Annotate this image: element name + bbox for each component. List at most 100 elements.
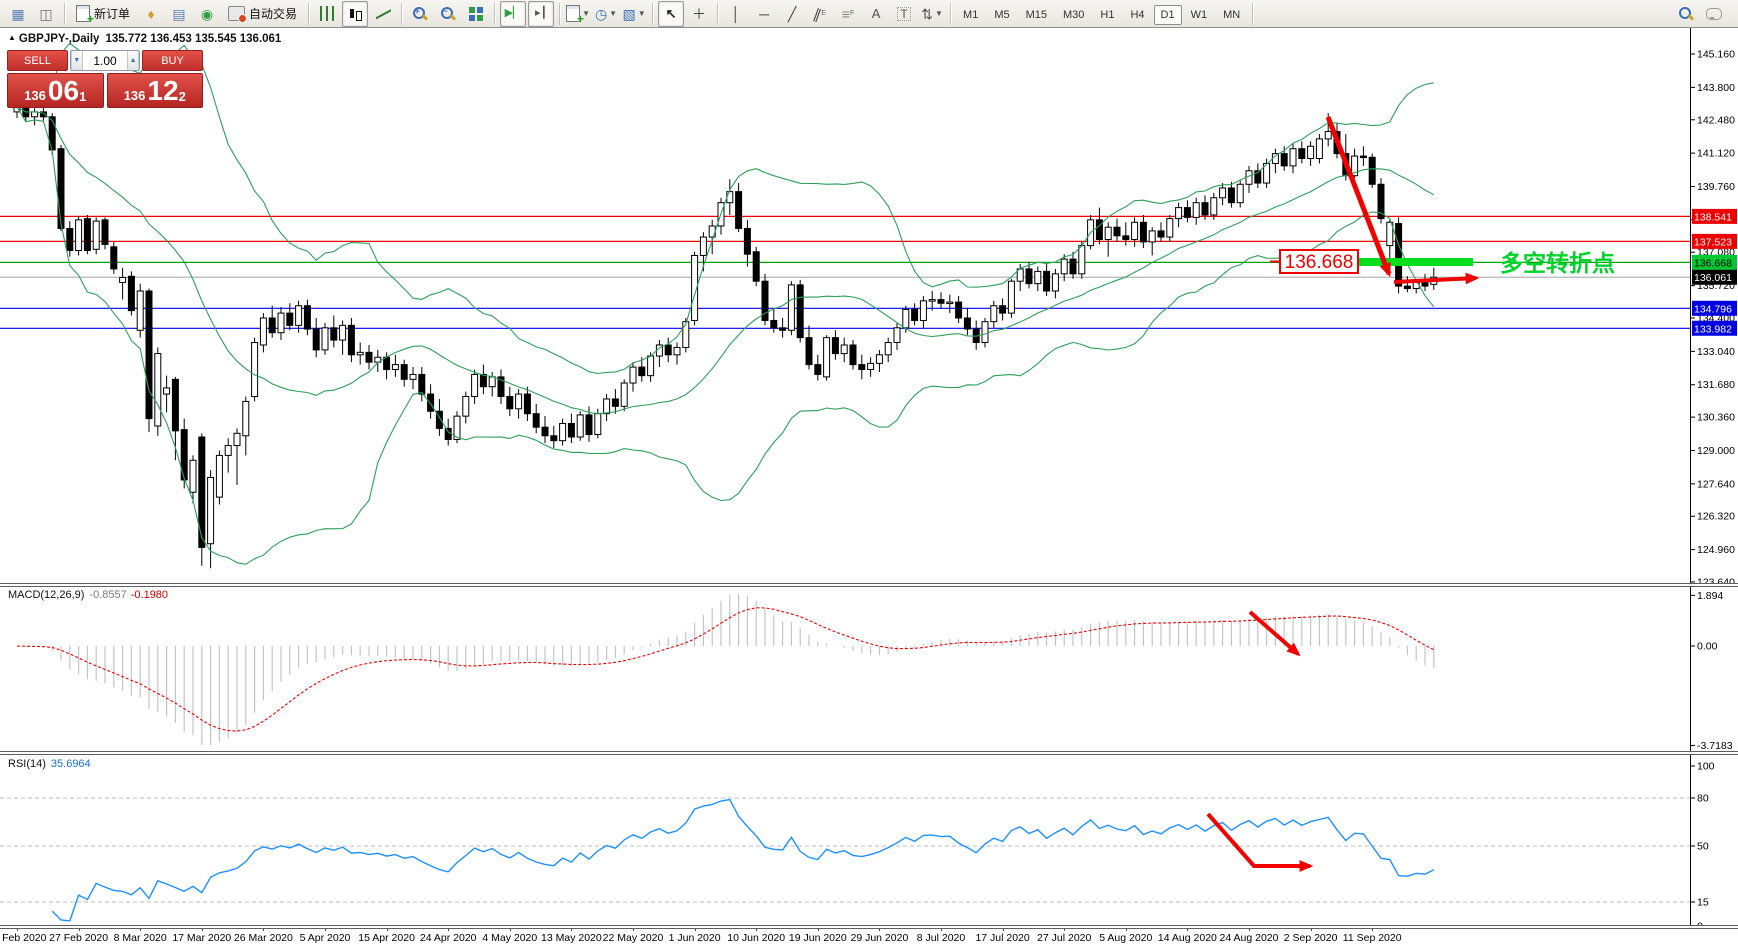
pane-separator[interactable] bbox=[0, 583, 1738, 587]
autotrading-label: 自动交易 bbox=[249, 7, 298, 21]
candle-body bbox=[1368, 156, 1376, 185]
rsi-tick-label: 15 bbox=[1697, 897, 1709, 909]
price-badge-label: 136.668 bbox=[1694, 257, 1732, 269]
timeframe-MN[interactable]: MN bbox=[1216, 5, 1247, 25]
price-tick-label: 133.040 bbox=[1697, 346, 1735, 358]
periods-button[interactable]: ◷ ▼ bbox=[593, 1, 619, 27]
candle-body bbox=[1280, 153, 1288, 167]
candle-body bbox=[515, 393, 523, 410]
search-button[interactable] bbox=[1673, 1, 1699, 27]
profiles-button[interactable]: ◫ bbox=[33, 1, 59, 27]
fibonacci-tool-button[interactable]: ≡ F bbox=[835, 1, 861, 27]
market-watch-button[interactable]: ♦ bbox=[138, 1, 164, 27]
chart-shift-button[interactable]: ▸┃ bbox=[528, 0, 555, 27]
sell-price-tile[interactable]: 136 06 1 bbox=[7, 73, 104, 108]
sell-button[interactable]: SELL bbox=[7, 50, 68, 71]
main-chart-canvas[interactable]: 145.160143.800142.480141.120139.760138.4… bbox=[0, 28, 1738, 583]
indicators-button[interactable]: + ▼ bbox=[565, 1, 591, 27]
cursor-button[interactable]: ↖ bbox=[658, 0, 685, 27]
line-chart-icon bbox=[376, 7, 391, 21]
candle-body bbox=[1025, 268, 1033, 285]
label-tool-button[interactable]: T bbox=[891, 1, 917, 27]
line-chart-button[interactable] bbox=[370, 1, 396, 27]
text-tool-button[interactable]: A bbox=[863, 1, 889, 27]
new-chart-button[interactable]: ▦ bbox=[5, 1, 31, 27]
rsi-tick-label: 80 bbox=[1697, 793, 1709, 805]
new-order-button[interactable]: + 新订单 bbox=[70, 1, 136, 27]
volume-down-button[interactable]: ▼ bbox=[71, 51, 83, 70]
candle-body bbox=[779, 327, 787, 331]
rsi-value: 35.6964 bbox=[50, 758, 91, 770]
candle-body bbox=[312, 328, 320, 351]
templates-button[interactable]: ▧ ▼ bbox=[621, 1, 647, 27]
navigator-button[interactable]: ◉ bbox=[194, 1, 220, 27]
candle-body bbox=[1069, 258, 1077, 275]
volume-input[interactable] bbox=[82, 51, 128, 70]
candle-body bbox=[682, 321, 690, 348]
chat-button[interactable] bbox=[1701, 1, 1727, 27]
date-label: 4 May 2020 bbox=[482, 932, 538, 944]
right-arrow[interactable] bbox=[1393, 272, 1480, 285]
zoom-out-button[interactable]: − bbox=[435, 1, 461, 27]
bar-chart-button[interactable] bbox=[314, 1, 340, 27]
candle-body bbox=[867, 362, 875, 371]
sell-price-big: 06 bbox=[47, 75, 80, 107]
candle-body bbox=[1298, 148, 1306, 160]
hline-tool-button[interactable]: ─ bbox=[751, 1, 777, 27]
autotrading-button[interactable]: 自动交易 bbox=[222, 1, 303, 27]
volume-up-button[interactable]: ▲ bbox=[127, 51, 139, 70]
buy-price-tile[interactable]: 136 12 2 bbox=[106, 73, 203, 108]
timeframe-M1[interactable]: M1 bbox=[956, 5, 985, 25]
time-axis[interactable]: 18 Feb 202027 Feb 2020 8 Mar 2020 17 Mar 2… bbox=[0, 928, 1690, 950]
zoom-in-button[interactable]: + bbox=[407, 1, 433, 27]
crosshair-icon: ＋ bbox=[692, 5, 707, 22]
zoom-out-icon: − bbox=[440, 6, 456, 22]
candle-body bbox=[937, 299, 945, 304]
rsi-pane-canvas[interactable]: 1008050150 bbox=[0, 754, 1738, 925]
candle-body bbox=[1051, 273, 1059, 292]
candle-body bbox=[770, 319, 778, 329]
timeframe-M5[interactable]: M5 bbox=[987, 5, 1016, 25]
candle-body bbox=[1324, 131, 1332, 140]
timeframe-H1[interactable]: H1 bbox=[1093, 5, 1121, 25]
date-label: 18 Feb 2020 bbox=[0, 932, 47, 944]
note-text[interactable]: 多空转折点 bbox=[1500, 250, 1615, 276]
macd-pane-canvas[interactable]: 1.894 0.00 -3.7183 bbox=[0, 586, 1738, 751]
highlight-bar[interactable] bbox=[1359, 258, 1473, 266]
tile-windows-button[interactable] bbox=[463, 1, 489, 27]
timeframe-W1[interactable]: W1 bbox=[1184, 5, 1215, 25]
candle-body bbox=[752, 251, 760, 282]
candle-chart-button[interactable] bbox=[342, 0, 369, 27]
candle-body bbox=[92, 220, 100, 250]
search-icon bbox=[1678, 6, 1694, 22]
one-click-trading-panel: SELL ▼ ▲ BUY 136061 136122 bbox=[7, 50, 203, 108]
candle-body bbox=[127, 275, 135, 312]
candle-body bbox=[1166, 218, 1174, 238]
candle-body bbox=[1034, 270, 1042, 285]
timeframe-M15[interactable]: M15 bbox=[1019, 5, 1054, 25]
crosshair-button[interactable]: ＋ bbox=[686, 1, 712, 27]
price-badge-label: 133.982 bbox=[1694, 323, 1732, 335]
data-window-button[interactable]: ▤ bbox=[166, 1, 192, 27]
auto-scroll-button[interactable]: ▶▏ bbox=[500, 0, 527, 27]
vline-tool-button[interactable]: │ bbox=[723, 1, 749, 27]
price-annotation-text: 136.668 bbox=[1285, 252, 1354, 273]
pane-separator[interactable] bbox=[0, 751, 1738, 755]
candle-body bbox=[743, 227, 751, 255]
date-label: 14 Aug 2020 bbox=[1157, 932, 1217, 944]
trendline-tool-button[interactable]: ╱ bbox=[779, 1, 805, 27]
timeframe-M30[interactable]: M30 bbox=[1056, 5, 1091, 25]
autotrading-icon bbox=[228, 6, 248, 23]
date-label: 29 Jun 2020 bbox=[850, 932, 909, 944]
channel-tool-button[interactable]: ∥ E bbox=[807, 1, 833, 27]
buy-button[interactable]: BUY bbox=[142, 50, 203, 71]
toolbar-separator bbox=[308, 2, 310, 25]
candle-body bbox=[75, 219, 83, 252]
arrows-tool-button[interactable]: ⇅ ▼ bbox=[919, 1, 945, 27]
candle-body bbox=[893, 327, 901, 344]
candle-body bbox=[391, 364, 399, 371]
timeframe-H4[interactable]: H4 bbox=[1123, 5, 1151, 25]
candle-body bbox=[1210, 197, 1218, 216]
collapse-icon[interactable]: ▲ bbox=[8, 33, 16, 42]
timeframe-D1[interactable]: D1 bbox=[1153, 4, 1182, 25]
